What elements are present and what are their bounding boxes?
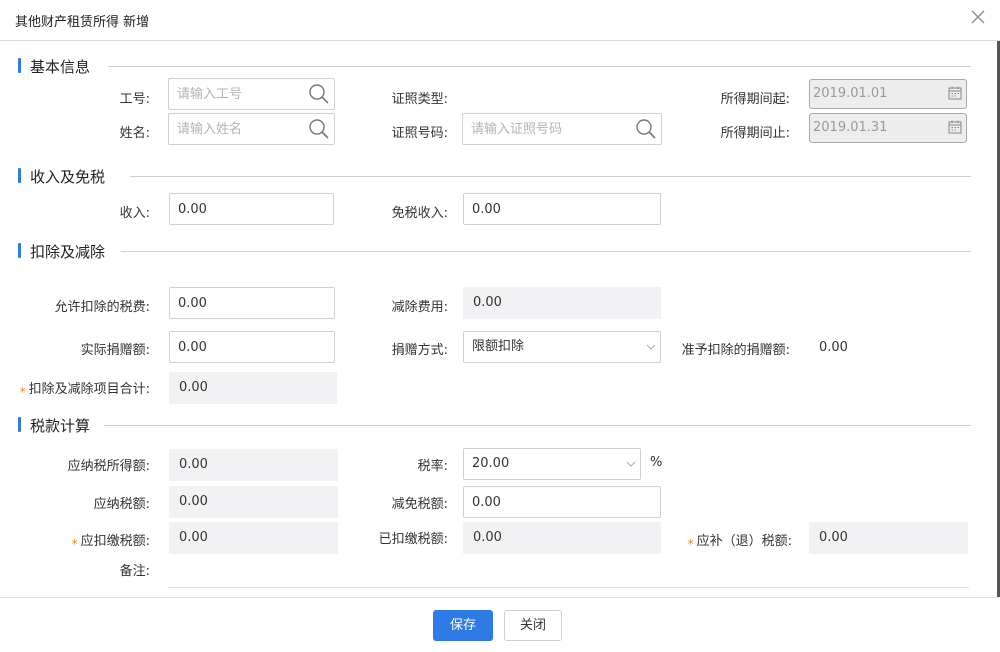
- donation-method-select[interactable]: 限额扣除: [463, 331, 661, 363]
- employee-no-field: [168, 78, 335, 110]
- required-mark: *: [19, 385, 26, 399]
- income-input[interactable]: [169, 193, 334, 225]
- employee-no-label: 工号:: [119, 92, 150, 107]
- withheld-value: 0.00: [463, 522, 661, 554]
- reduction-label: 减除费用:: [391, 300, 448, 315]
- section-marker: [18, 243, 21, 258]
- income-label: 收入:: [119, 206, 150, 221]
- section-tax: 税款计算: [18, 415, 971, 435]
- tax-relief-input[interactable]: [463, 486, 661, 518]
- tax-rate-label: 税率:: [417, 459, 448, 474]
- allowed-donation-label: 准予扣除的捐赠额:: [681, 343, 790, 358]
- withholding-value: 0.00: [169, 522, 338, 554]
- tax-rate-select[interactable]: 20.00: [463, 448, 641, 480]
- section-title: 税款计算: [30, 417, 91, 435]
- tax-rate-unit: %: [650, 455, 663, 470]
- tax-payable-value: 0.00: [169, 486, 338, 518]
- required-mark: *: [687, 537, 694, 551]
- section-title: 基本信息: [30, 58, 91, 76]
- section-divider: [104, 425, 971, 426]
- donation-method-value: 限额扣除: [472, 339, 525, 354]
- section-basic-info: 基本信息: [18, 56, 971, 76]
- withholding-label: * 应扣缴税额:: [20, 530, 150, 551]
- refund-label: * 应补（退）税额:: [665, 530, 792, 551]
- section-title: 扣除及减除: [30, 243, 106, 261]
- refund-value: 0.00: [809, 522, 968, 554]
- withheld-label: 已扣缴税额:: [378, 532, 448, 547]
- period-end-value: 2019.01.31: [813, 120, 888, 135]
- tax-relief-label: 减免税额:: [391, 497, 448, 512]
- close-icon[interactable]: [970, 9, 986, 25]
- search-icon[interactable]: [308, 83, 330, 105]
- section-divider: [108, 66, 971, 67]
- taxable-income-label: 应纳税所得额:: [67, 459, 150, 474]
- period-start-label: 所得期间起:: [720, 92, 790, 107]
- period-start-value: 2019.01.01: [813, 86, 888, 101]
- section-marker: [18, 168, 21, 183]
- section-title: 收入及免税: [30, 168, 106, 186]
- section-divider: [130, 176, 971, 177]
- remarks-field[interactable]: [168, 587, 969, 588]
- required-mark: *: [71, 537, 78, 551]
- period-end-date[interactable]: 2019.01.31: [809, 113, 967, 143]
- donation-input[interactable]: [169, 331, 335, 363]
- period-start-date[interactable]: 2019.01.01: [809, 79, 967, 109]
- dialog-title: 其他财产租赁所得 新增: [15, 15, 150, 30]
- donation-label: 实际捐赠额:: [80, 343, 150, 358]
- chevron-down-icon: [626, 461, 636, 467]
- withholding-label-text: 应扣缴税额:: [80, 534, 150, 549]
- tax-payable-label: 应纳税额:: [93, 497, 150, 512]
- exempt-income-label: 免税收入:: [391, 206, 448, 221]
- calendar-icon[interactable]: [948, 86, 962, 100]
- section-income: 收入及免税: [18, 166, 971, 186]
- calendar-icon[interactable]: [948, 120, 962, 134]
- section-marker: [18, 417, 21, 432]
- reduction-value: 0.00: [463, 287, 661, 319]
- chevron-down-icon: [646, 344, 656, 350]
- refund-label-text: 应补（退）税额:: [696, 534, 792, 549]
- id-type-label: 证照类型:: [391, 92, 448, 107]
- dialog-titlebar: 其他财产租赁所得 新增: [0, 0, 1000, 41]
- name-field: [168, 113, 335, 145]
- dialog-footer: 保存 关闭: [0, 597, 1000, 652]
- deduction-total-label-text: 扣除及减除项目合计:: [28, 382, 150, 397]
- id-no-field: [462, 113, 662, 145]
- exempt-income-input[interactable]: [463, 193, 661, 225]
- section-deduction: 扣除及减除: [18, 241, 971, 261]
- save-button[interactable]: 保存: [433, 610, 493, 641]
- section-divider: [121, 251, 971, 252]
- deduction-total-value: 0.00: [169, 372, 337, 404]
- allowed-tax-label: 允许扣除的税费:: [54, 300, 150, 315]
- name-label: 姓名:: [119, 126, 150, 141]
- remarks-label: 备注:: [119, 564, 150, 579]
- donation-method-label: 捐赠方式:: [391, 343, 448, 358]
- search-icon[interactable]: [308, 118, 330, 140]
- id-no-input[interactable]: [462, 113, 662, 145]
- close-button[interactable]: 关闭: [504, 610, 562, 641]
- tax-rate-value: 20.00: [472, 456, 510, 471]
- deduction-total-label: * 扣除及减除项目合计:: [0, 378, 150, 399]
- section-marker: [18, 58, 21, 73]
- id-no-label: 证照号码:: [391, 126, 448, 141]
- allowed-donation-value: 0.00: [819, 340, 848, 355]
- search-icon[interactable]: [635, 118, 657, 140]
- allowed-tax-input[interactable]: [169, 287, 335, 319]
- taxable-income-value: 0.00: [169, 449, 338, 481]
- period-end-label: 所得期间止:: [720, 126, 790, 141]
